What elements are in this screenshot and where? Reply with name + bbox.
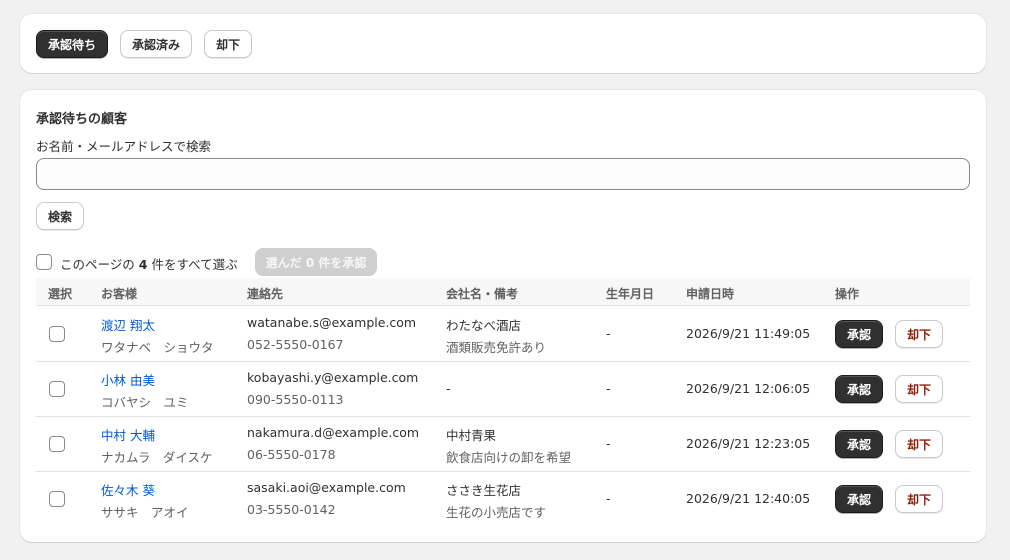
- approve-button[interactable]: 承認: [835, 485, 883, 513]
- pending-customers-card: 承認待ちの顧客 お名前・メールアドレスで検索 検索 このページの 4 件をすべて…: [20, 90, 986, 542]
- tab-approved[interactable]: 承認済み: [120, 30, 192, 58]
- reject-button[interactable]: 却下: [895, 485, 943, 513]
- header-birthday: 生年月日: [606, 287, 655, 301]
- header-select: 選択: [48, 287, 73, 301]
- row-checkbox[interactable]: [49, 491, 65, 507]
- reject-button[interactable]: 却下: [895, 375, 943, 403]
- select-all-label: このページの 4 件をすべて選ぶ: [60, 254, 238, 273]
- customer-kana: ワタナベ ショウタ: [101, 340, 214, 355]
- table-row: 小林 由美 コバヤシ ユミ kobayashi.y@example.com 09…: [36, 362, 970, 417]
- search-button[interactable]: 検索: [36, 202, 84, 230]
- customer-name-link[interactable]: 小林 由美: [101, 370, 155, 389]
- select-all-suffix: 件をすべて選ぶ: [151, 257, 238, 272]
- header-customer: お客様: [101, 287, 138, 301]
- birthday: -: [606, 381, 611, 396]
- customer-kana: ササキ アオイ: [101, 505, 189, 520]
- approve-button[interactable]: 承認: [835, 375, 883, 403]
- company-note: 生花の小売店です: [446, 505, 547, 520]
- table-row: 渡辺 翔太 ワタナベ ショウタ watanabe.s@example.com 0…: [36, 307, 970, 362]
- birthday: -: [606, 491, 611, 506]
- customer-name-link[interactable]: 渡辺 翔太: [101, 315, 155, 334]
- approve-button[interactable]: 承認: [835, 430, 883, 458]
- customer-phone: 06-5550-0178: [247, 447, 336, 462]
- row-checkbox[interactable]: [49, 326, 65, 342]
- company-note: 飲食店向けの卸を希望: [446, 450, 572, 465]
- customer-name-link[interactable]: 佐々木 葵: [101, 480, 155, 499]
- applied-at: 2026/9/21 12:40:05: [686, 491, 811, 506]
- approve-button[interactable]: 承認: [835, 320, 883, 348]
- table-header: 選択 お客様 連絡先 会社名・備考 生年月日 申請日時 操作: [36, 278, 970, 306]
- applied-at: 2026/9/21 11:49:05: [686, 326, 811, 341]
- status-tabs-card: 承認待ち 承認済み 却下: [20, 14, 986, 73]
- search-input[interactable]: [36, 158, 970, 190]
- tab-rejected[interactable]: 却下: [204, 30, 252, 58]
- table-row: 佐々木 葵 ササキ アオイ sasaki.aoi@example.com 03-…: [36, 472, 970, 527]
- header-actions: 操作: [835, 287, 860, 301]
- tab-pending[interactable]: 承認待ち: [36, 30, 108, 58]
- row-checkbox[interactable]: [49, 381, 65, 397]
- company-name: わたなべ酒店: [446, 318, 522, 333]
- reject-button[interactable]: 却下: [895, 430, 943, 458]
- customer-email: watanabe.s@example.com: [247, 315, 417, 330]
- customer-phone: 090-5550-0113: [247, 392, 344, 407]
- applied-at: 2026/9/21 12:23:05: [686, 436, 811, 451]
- customer-phone: 052-5550-0167: [247, 337, 344, 352]
- section-title: 承認待ちの顧客: [36, 112, 128, 127]
- select-all-checkbox[interactable]: [36, 254, 52, 270]
- select-all-prefix: このページの: [60, 257, 135, 272]
- search-label: お名前・メールアドレスで検索: [36, 139, 212, 154]
- header-company: 会社名・備考: [446, 287, 519, 301]
- row-checkbox[interactable]: [49, 436, 65, 452]
- table-row: 中村 大輔 ナカムラ ダイスケ nakamura.d@example.com 0…: [36, 417, 970, 472]
- customer-kana: ナカムラ ダイスケ: [101, 450, 213, 465]
- bulk-approve-button[interactable]: 選んだ 0 件を承認: [255, 248, 377, 276]
- birthday: -: [606, 326, 611, 341]
- customer-email: kobayashi.y@example.com: [247, 370, 419, 385]
- customer-name-link[interactable]: 中村 大輔: [101, 425, 155, 444]
- applied-at: 2026/9/21 12:06:05: [686, 381, 811, 396]
- customer-kana: コバヤシ ユミ: [101, 395, 189, 410]
- company-name: -: [446, 381, 451, 396]
- company-note: 酒類販売免許あり: [446, 340, 547, 355]
- header-contact: 連絡先: [247, 287, 284, 301]
- select-all-count: 4: [138, 257, 148, 272]
- customer-email: sasaki.aoi@example.com: [247, 480, 406, 495]
- company-name: ささき生花店: [446, 483, 522, 498]
- reject-button[interactable]: 却下: [895, 320, 943, 348]
- birthday: -: [606, 436, 611, 451]
- company-name: 中村青果: [446, 428, 497, 443]
- customer-phone: 03-5550-0142: [247, 502, 336, 517]
- customer-email: nakamura.d@example.com: [247, 425, 420, 440]
- header-applied-at: 申請日時: [686, 287, 735, 301]
